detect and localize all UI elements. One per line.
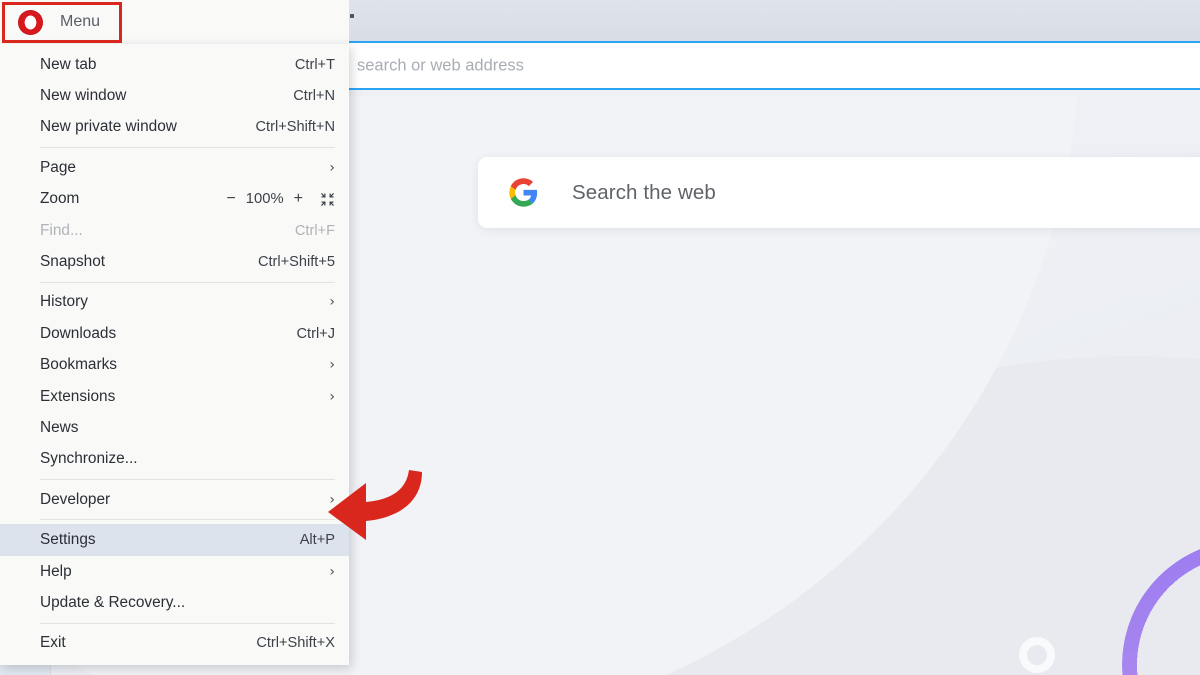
menu-item-snapshot[interactable]: Snapshot Ctrl+Shift+5 <box>0 246 349 277</box>
menu-item-shortcut: Ctrl+J <box>296 325 335 342</box>
menu-item-new-window[interactable]: New window Ctrl+N <box>0 80 349 111</box>
menu-item-developer[interactable]: Developer › <box>0 484 349 515</box>
opera-menu-button-label: Menu <box>60 13 101 30</box>
menu-item-zoom[interactable]: Zoom −100% + <box>0 184 349 215</box>
menu-item-label: Exit <box>40 634 66 652</box>
tab-indicator-dot <box>350 14 354 18</box>
menu-item-label: Synchronize... <box>40 450 138 468</box>
menu-separator <box>40 479 335 481</box>
opera-menu-button[interactable]: Menu <box>0 0 349 44</box>
menu-item-label: Downloads <box>40 324 117 342</box>
menu-item-extensions[interactable]: Extensions › <box>0 381 349 412</box>
menu-item-label: Help <box>40 562 72 580</box>
menu-item-label: Settings <box>40 531 96 549</box>
menu-item-update-and-recovery[interactable]: Update & Recovery... <box>0 587 349 618</box>
chevron-right-icon: › <box>329 388 335 405</box>
menu-separator <box>40 519 335 521</box>
opera-logo-icon <box>18 9 43 35</box>
menu-item-label: Bookmarks <box>40 356 117 374</box>
menu-item-exit[interactable]: Exit Ctrl+Shift+X <box>0 628 349 659</box>
menu-item-shortcut: Ctrl+Shift+5 <box>257 254 335 271</box>
menu-item-label: New window <box>40 87 127 105</box>
chevron-right-icon: › <box>329 159 335 176</box>
screenshot-root: search or web address Search the web Men… <box>0 0 1200 675</box>
menu-item-shortcut: Ctrl+T <box>294 56 335 73</box>
chevron-right-icon: › <box>329 294 335 311</box>
decorative-white-ring <box>1019 637 1055 673</box>
menu-item-shortcut: Ctrl+N <box>293 88 335 105</box>
menu-item-label: Developer <box>40 490 111 508</box>
menu-item-page[interactable]: Page › <box>0 152 349 183</box>
menu-item-label: Zoom <box>40 190 80 208</box>
menu-item-label: New tab <box>40 55 97 73</box>
menu-item-shortcut: Ctrl+Shift+X <box>256 635 335 652</box>
zoom-out-button[interactable]: − <box>226 190 242 208</box>
zoom-controls[interactable]: −100% + <box>226 190 335 208</box>
menu-item-label: Page <box>40 158 76 176</box>
menu-separator <box>40 281 335 283</box>
menu-item-history[interactable]: History › <box>0 287 349 318</box>
menu-item-settings[interactable]: Settings Alt+P <box>0 524 349 556</box>
chevron-right-icon: › <box>329 563 335 580</box>
menu-item-bookmarks[interactable]: Bookmarks › <box>0 350 349 381</box>
search-the-web-pill[interactable]: Search the web <box>478 157 1200 228</box>
menu-item-shortcut: Alt+P <box>299 532 335 549</box>
menu-item-label: Snapshot <box>40 253 106 271</box>
menu-item-news[interactable]: News <box>0 412 349 443</box>
zoom-in-button[interactable]: + <box>287 190 303 208</box>
menu-item-downloads[interactable]: Downloads Ctrl+J <box>0 318 349 349</box>
menu-item-synchronize[interactable]: Synchronize... <box>0 444 349 475</box>
zoom-level-value: 100% <box>245 191 284 208</box>
fullscreen-icon[interactable] <box>320 192 335 207</box>
google-g-icon <box>509 178 538 207</box>
menu-item-new-private-window[interactable]: New private window Ctrl+Shift+N <box>0 112 349 143</box>
opera-main-menu[interactable]: New tab Ctrl+T New window Ctrl+N New private… <box>0 44 349 666</box>
menu-item-shortcut: Ctrl+Shift+N <box>255 119 335 136</box>
menu-item-label: News <box>40 418 79 436</box>
menu-item-label: Find... <box>40 221 83 239</box>
menu-item-shortcut: Ctrl+F <box>294 222 335 239</box>
menu-item-label: Extensions <box>40 387 116 405</box>
chevron-right-icon: › <box>329 357 335 374</box>
search-the-web-label: Search the web <box>572 180 716 204</box>
chevron-right-icon: › <box>329 491 335 508</box>
menu-item-find: Find... Ctrl+F <box>0 215 349 246</box>
menu-separator <box>40 622 335 624</box>
menu-item-label: New private window <box>40 118 177 136</box>
menu-item-new-tab[interactable]: New tab Ctrl+T <box>0 49 349 80</box>
menu-separator <box>40 147 335 149</box>
address-bar-placeholder: search or web address <box>357 56 524 74</box>
menu-item-label: History <box>40 293 88 311</box>
menu-item-label: Update & Recovery... <box>40 593 186 611</box>
menu-item-help[interactable]: Help › <box>0 556 349 587</box>
